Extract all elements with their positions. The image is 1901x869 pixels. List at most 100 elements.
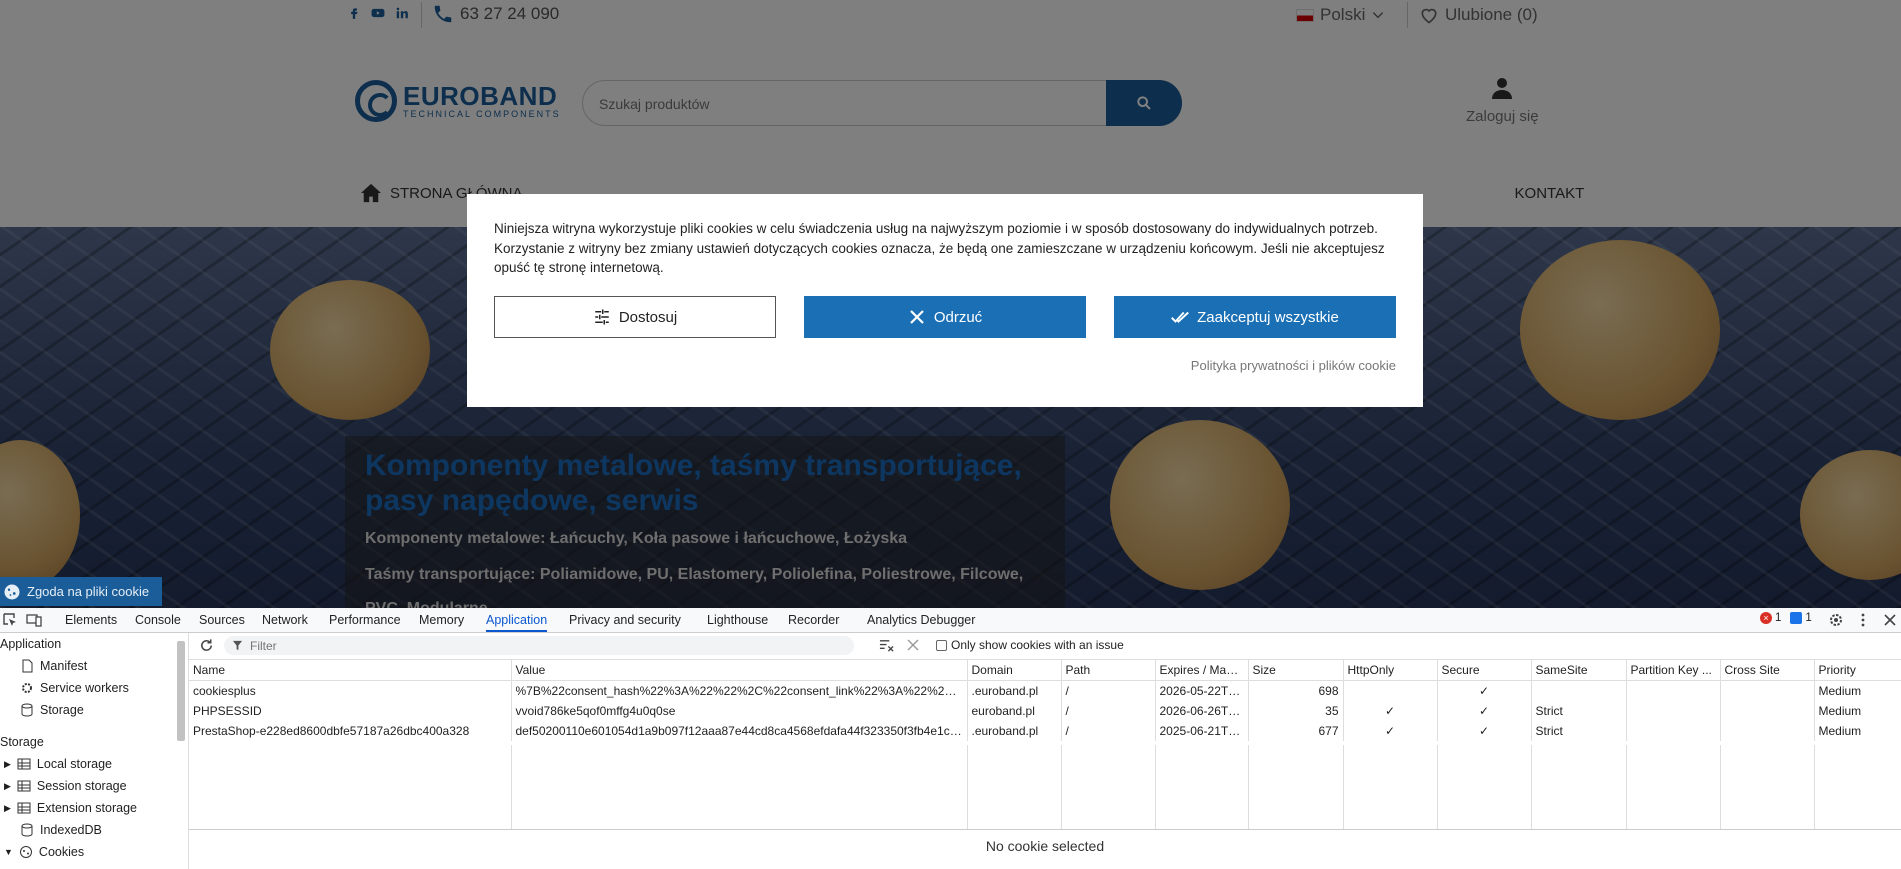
tab-privacy-security[interactable]: Privacy and security <box>569 608 681 632</box>
clear-filtered-icon[interactable] <box>879 638 894 653</box>
sidebar-item-session-storage[interactable]: ▶ Session storage <box>4 775 127 797</box>
table-cell[interactable] <box>1626 680 1721 701</box>
table-cell[interactable]: vvoid786ke5qof0mffg4u0q0se <box>511 701 968 721</box>
delete-selected-icon[interactable] <box>907 639 919 651</box>
privacy-policy-link[interactable]: Polityka prywatności i plików cookie <box>1191 358 1396 373</box>
inspect-element-icon[interactable] <box>2 612 18 628</box>
column-header[interactable]: Priority <box>1814 660 1901 681</box>
table-cell[interactable]: 2026-05-22T0... <box>1155 680 1249 701</box>
table-cell[interactable]: / <box>1061 701 1156 721</box>
more-options-icon[interactable] <box>1855 612 1871 628</box>
filter-input[interactable] <box>248 637 832 654</box>
table-row[interactable]: PrestaShop-e228ed8600dbfe57187a26dbc400a… <box>189 721 1901 741</box>
table-cell[interactable]: ✓ <box>1343 721 1438 741</box>
error-counter[interactable]: × 1 1 <box>1760 612 1812 624</box>
table-cell[interactable]: PrestaShop-e228ed8600dbfe57187a26dbc400a… <box>189 721 512 741</box>
table-cell[interactable]: 677 <box>1248 721 1344 741</box>
table-cell[interactable]: Medium <box>1814 721 1901 741</box>
table-cell[interactable]: / <box>1061 721 1156 741</box>
expand-arrow-icon[interactable]: ▶ <box>4 797 11 819</box>
column-header[interactable]: HttpOnly <box>1343 660 1438 681</box>
table-cell[interactable] <box>1531 680 1627 701</box>
table-cell[interactable]: ✓ <box>1437 721 1532 741</box>
sidebar-item-extension-storage[interactable]: ▶ Extension storage <box>4 797 137 819</box>
column-header[interactable]: Name <box>189 660 512 681</box>
close-icon[interactable] <box>1882 612 1898 628</box>
tab-elements[interactable]: Elements <box>65 608 117 632</box>
table-row[interactable]: cookiesplus %7B%22consent_hash%22%3A%22%… <box>189 680 1901 701</box>
only-issues-checkbox[interactable]: Only show cookies with an issue <box>936 638 1124 652</box>
table-cell[interactable]: / <box>1061 680 1156 701</box>
device-toolbar-icon[interactable] <box>26 612 42 628</box>
column-header[interactable]: Secure <box>1437 660 1532 681</box>
table-cell[interactable]: Medium <box>1814 680 1901 701</box>
tab-performance[interactable]: Performance <box>329 608 401 632</box>
tab-lighthouse[interactable]: Lighthouse <box>707 608 768 632</box>
table-cell[interactable] <box>1720 721 1815 741</box>
cookie-consent-tab[interactable]: Zgoda na pliki cookie <box>0 577 162 606</box>
table-cell[interactable] <box>1720 680 1815 701</box>
column-divider <box>1814 745 1815 829</box>
table-cell[interactable]: 35 <box>1248 701 1344 721</box>
table-cell[interactable]: 698 <box>1248 680 1344 701</box>
table-cell[interactable]: euroband.pl <box>967 701 1062 721</box>
table-cell[interactable]: Strict <box>1531 701 1627 721</box>
tab-console[interactable]: Console <box>135 608 181 632</box>
gear-icon[interactable] <box>1828 612 1844 628</box>
table-cell[interactable]: .euroband.pl <box>967 680 1062 701</box>
table-cell[interactable] <box>1720 701 1815 721</box>
table-cell[interactable]: Strict <box>1531 721 1627 741</box>
tab-memory[interactable]: Memory <box>419 608 464 632</box>
column-header[interactable]: Path <box>1061 660 1156 681</box>
column-header[interactable]: Partition Key ... <box>1626 660 1721 681</box>
table-cell[interactable]: def50200110e601054d1a9b097f12aaa87e44cd8… <box>511 721 968 741</box>
column-header[interactable]: SameSite <box>1531 660 1627 681</box>
filter-box <box>224 636 854 655</box>
expand-arrow-icon[interactable]: ▶ <box>4 775 11 797</box>
table-cell[interactable]: ✓ <box>1437 680 1532 701</box>
table-cell[interactable]: PHPSESSID <box>189 701 512 721</box>
sidebar-section-application[interactable]: Application <box>0 633 61 655</box>
table-cell[interactable] <box>1343 680 1438 701</box>
accept-all-button[interactable]: Zaakceptuj wszystkie <box>1114 296 1396 338</box>
reject-button[interactable]: Odrzuć <box>804 296 1086 338</box>
table-cell[interactable]: .euroband.pl <box>967 721 1062 741</box>
split-divider[interactable] <box>189 829 1901 830</box>
sidebar-item-service-workers[interactable]: Service workers <box>20 677 129 699</box>
column-header[interactable]: Expires / Max-... <box>1155 660 1249 681</box>
checkbox-box[interactable] <box>936 639 947 651</box>
sidebar-item-label: Service workers <box>40 681 129 695</box>
column-divider <box>1531 745 1532 829</box>
sidebar-scrollbar[interactable] <box>177 641 185 741</box>
tab-network[interactable]: Network <box>262 608 308 632</box>
customize-button[interactable]: Dostosuj <box>494 296 776 338</box>
table-cell[interactable]: ✓ <box>1437 701 1532 721</box>
sidebar-item-manifest[interactable]: Manifest <box>20 655 87 677</box>
tab-sources[interactable]: Sources <box>199 608 245 632</box>
sidebar-item-local-storage[interactable]: ▶ Local storage <box>4 753 112 775</box>
tab-analytics-debugger[interactable]: Analytics Debugger <box>867 608 975 632</box>
sidebar-item-indexeddb[interactable]: IndexedDB <box>20 819 102 841</box>
table-cell[interactable]: ✓ <box>1343 701 1438 721</box>
sidebar-item-cookies[interactable]: ▼ Cookies <box>4 841 84 863</box>
sidebar-section-storage[interactable]: Storage <box>0 731 44 753</box>
table-cell[interactable]: Medium <box>1814 701 1901 721</box>
tab-recorder[interactable]: Recorder <box>788 608 839 632</box>
table-cell[interactable] <box>1626 701 1721 721</box>
expand-arrow-icon[interactable]: ▶ <box>4 753 11 775</box>
table-row[interactable]: PHPSESSID vvoid786ke5qof0mffg4u0q0se eur… <box>189 701 1901 721</box>
table-cell[interactable] <box>1626 721 1721 741</box>
collapse-arrow-icon[interactable]: ▼ <box>4 841 13 863</box>
column-header[interactable]: Domain <box>967 660 1062 681</box>
column-header[interactable]: Size <box>1248 660 1344 681</box>
column-header[interactable]: Value <box>511 660 968 681</box>
sidebar-item-storage[interactable]: Storage <box>20 699 84 721</box>
table-cell[interactable]: cookiesplus <box>189 680 512 701</box>
table-cell[interactable]: 2025-06-21T0... <box>1155 721 1249 741</box>
refresh-icon[interactable] <box>199 638 214 653</box>
table-cell[interactable]: %7B%22consent_hash%22%3A%22%22%2C%22cons… <box>511 680 968 701</box>
column-header[interactable]: Cross Site <box>1720 660 1815 681</box>
table-cell[interactable]: 2026-06-26T0... <box>1155 701 1249 721</box>
application-sidebar: Application Manifest Service workers Sto… <box>0 633 189 869</box>
tab-application[interactable]: Application <box>486 608 548 632</box>
